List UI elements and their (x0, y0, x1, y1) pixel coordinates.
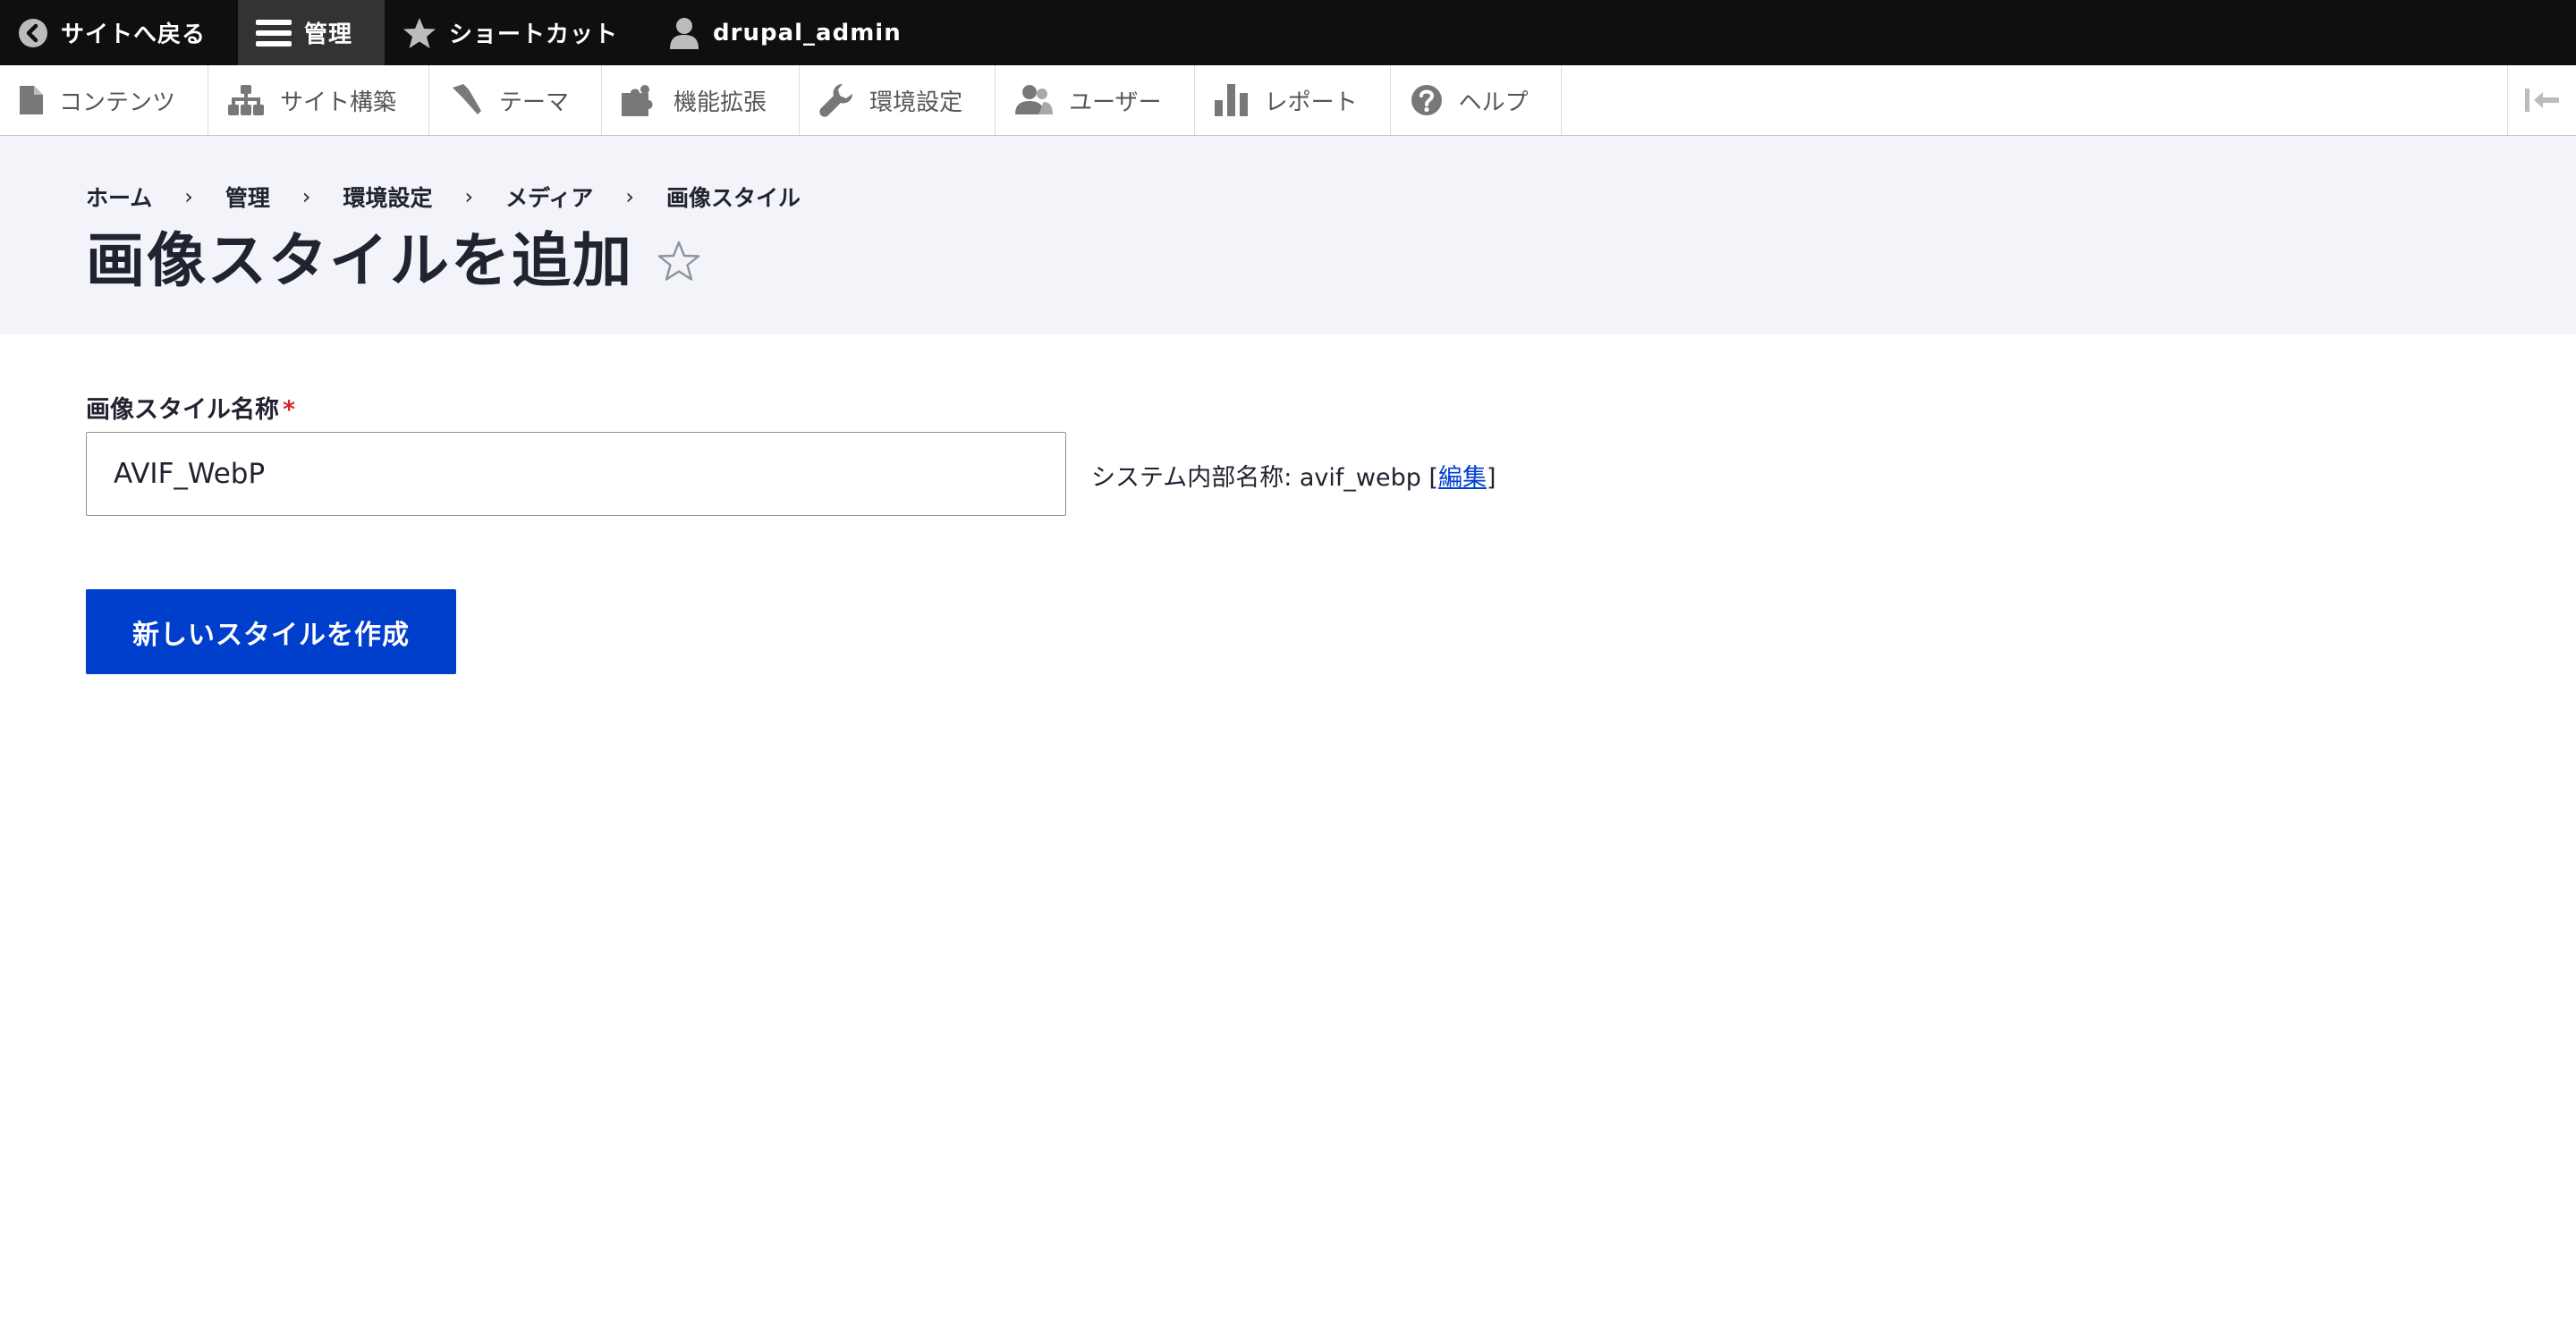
breadcrumb-config[interactable]: 環境設定 (343, 181, 433, 213)
people-icon (1015, 85, 1054, 114)
tray-item-label: ユーザー (1069, 89, 1162, 116)
breadcrumb-separator: › (301, 184, 311, 209)
user-icon (670, 17, 699, 49)
tray-item-label: テーマ (499, 89, 570, 116)
admin-toolbar: サイトへ戻る 管理 ショートカット drupal_admin (0, 0, 2576, 65)
manage-label: 管理 (304, 21, 353, 48)
machine-name-prefix: システム内部名称: avif_webp [ (1091, 464, 1438, 492)
required-marker: * (283, 396, 296, 424)
bar-chart-icon (1214, 84, 1248, 116)
tray-item-appearance[interactable]: テーマ (429, 65, 603, 135)
tray-item-configuration[interactable]: 環境設定 (800, 65, 996, 135)
breadcrumb: ホーム › 管理 › 環境設定 › メディア › 画像スタイル (86, 181, 801, 213)
tray-item-help[interactable]: ヘルプ (1391, 65, 1562, 135)
paintbrush-icon (453, 84, 482, 114)
machine-name: システム内部名称: avif_webp [編集] (1091, 458, 1496, 493)
tray-item-structure[interactable]: サイト構築 (208, 65, 430, 135)
tray-item-label: レポート (1264, 89, 1358, 116)
help-icon (1411, 85, 1442, 115)
menu-icon (256, 19, 292, 46)
image-style-name-label: 画像スタイル名称 * (86, 390, 295, 425)
tray-item-extend[interactable]: 機能拡張 (602, 65, 801, 135)
page-title-row: 画像スタイルを追加 (86, 220, 701, 302)
tray-item-label: コンテンツ (59, 89, 176, 116)
breadcrumb-separator: › (464, 184, 474, 209)
star-icon (403, 17, 436, 48)
tray-item-label: サイト構築 (280, 89, 397, 116)
image-style-name-input[interactable] (86, 432, 1066, 516)
shortcuts-tab[interactable]: ショートカット (385, 0, 650, 65)
image-style-name-label-text: 画像スタイル名称 (86, 396, 279, 424)
manage-tab[interactable]: 管理 (238, 0, 386, 65)
page-title: 画像スタイルを追加 (86, 226, 633, 295)
breadcrumb-home[interactable]: ホーム (86, 181, 152, 213)
tray-orientation-toggle[interactable] (2507, 65, 2576, 135)
breadcrumb-separator: › (184, 184, 193, 209)
add-shortcut-star-icon[interactable] (657, 240, 701, 283)
admin-tray: コンテンツ サイト構築 テーマ 機能拡張 環境設定 ユーザー レポート ヘルプ (0, 65, 2576, 136)
tray-item-label: 環境設定 (869, 89, 963, 116)
shortcuts-label: ショートカット (449, 21, 619, 48)
machine-name-suffix: ] (1487, 464, 1496, 492)
back-to-site-link[interactable]: サイトへ戻る (0, 0, 238, 65)
tray-item-label: 機能拡張 (674, 89, 767, 116)
sitemap-icon (228, 85, 265, 115)
machine-name-edit-link[interactable]: 編集 (1438, 464, 1487, 492)
wrench-icon (819, 83, 853, 117)
back-to-site-label: サイトへ戻る (61, 21, 207, 48)
tray-item-label: ヘルプ (1458, 89, 1529, 116)
breadcrumb-image-styles[interactable]: 画像スタイル (666, 181, 801, 213)
breadcrumb-admin[interactable]: 管理 (225, 181, 270, 213)
breadcrumb-media[interactable]: メディア (505, 181, 593, 213)
tray-item-people[interactable]: ユーザー (996, 65, 1195, 135)
back-arrow-icon (19, 18, 47, 47)
file-icon (20, 86, 43, 114)
page-header: ホーム › 管理 › 環境設定 › メディア › 画像スタイル 画像スタイルを追… (0, 136, 2576, 334)
puzzle-icon (622, 85, 653, 116)
create-style-button[interactable]: 新しいスタイルを作成 (86, 589, 456, 674)
tray-item-content[interactable]: コンテンツ (0, 65, 209, 135)
collapse-left-icon (2525, 89, 2559, 112)
user-tab[interactable]: drupal_admin (650, 0, 934, 65)
breadcrumb-separator: › (625, 184, 634, 209)
tray-item-reports[interactable]: レポート (1195, 65, 1391, 135)
user-label: drupal_admin (713, 19, 902, 46)
